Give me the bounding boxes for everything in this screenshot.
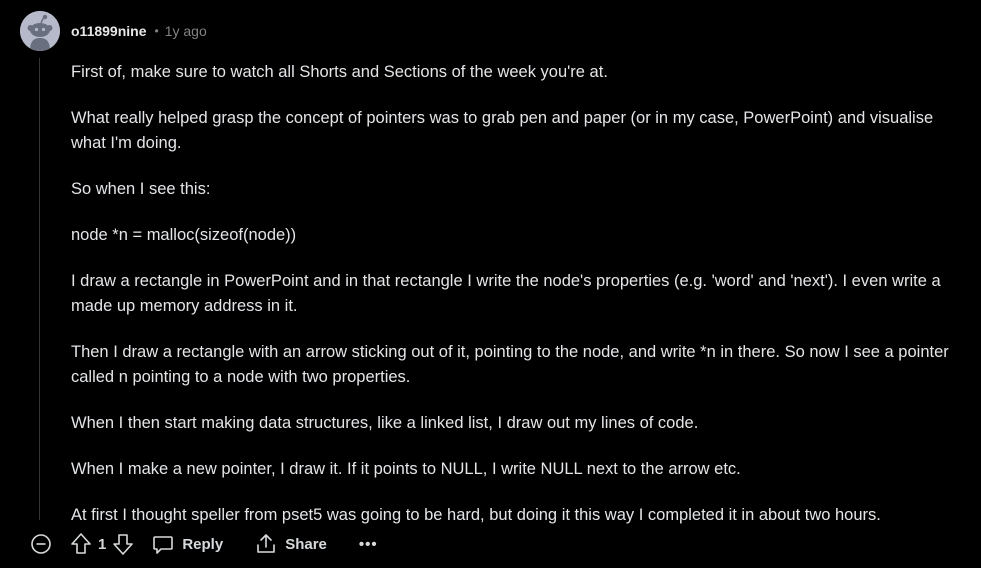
comment-header: o11899nine • 1y ago [71, 22, 207, 40]
downvote-arrow-icon [113, 534, 134, 555]
username-link[interactable]: o11899nine [71, 23, 147, 39]
share-label: Share [285, 535, 327, 553]
reply-label: Reply [182, 535, 224, 553]
share-button[interactable]: Share [255, 530, 327, 558]
comment-body: First of, make sure to watch all Shorts … [71, 60, 966, 549]
collapse-minus-icon [31, 534, 51, 554]
reply-bubble-icon [153, 536, 174, 554]
downvote-button[interactable] [112, 532, 134, 556]
timestamp[interactable]: 1y ago [165, 23, 207, 39]
comment: o11899nine • 1y ago First of, make sure … [0, 0, 981, 568]
reply-button[interactable]: Reply [152, 530, 223, 558]
comment-paragraph: First of, make sure to watch all Shorts … [71, 63, 608, 81]
vote-count: 1 [98, 535, 107, 553]
snoo-avatar-icon [20, 11, 60, 51]
comment-paragraph: So when I see this: [71, 180, 211, 198]
upvote-button[interactable] [70, 532, 92, 556]
comment-paragraph: node *n = malloc(sizeof(node)) [71, 226, 297, 244]
comment-paragraph: At first I thought speller from pset5 wa… [71, 506, 881, 524]
comment-paragraph: When I make a new pointer, I draw it. If… [71, 460, 741, 478]
comment-paragraph: What really helped grasp the concept of … [71, 109, 934, 152]
share-icon [257, 534, 276, 553]
separator-dot: • [154, 24, 159, 38]
more-options-button[interactable]: ••• [359, 536, 378, 553]
avatar[interactable] [20, 11, 60, 51]
upvote-arrow-icon [71, 533, 91, 554]
comment-paragraph: I draw a rectangle in PowerPoint and in … [71, 272, 941, 315]
comment-action-bar: 1 Reply Share ••• [28, 530, 378, 558]
thread-line[interactable] [39, 58, 40, 520]
collapse-button[interactable] [28, 531, 54, 557]
comment-paragraph: Then I draw a rectangle with an arrow st… [71, 343, 949, 386]
comment-paragraph: When I then start making data structures… [71, 414, 699, 432]
